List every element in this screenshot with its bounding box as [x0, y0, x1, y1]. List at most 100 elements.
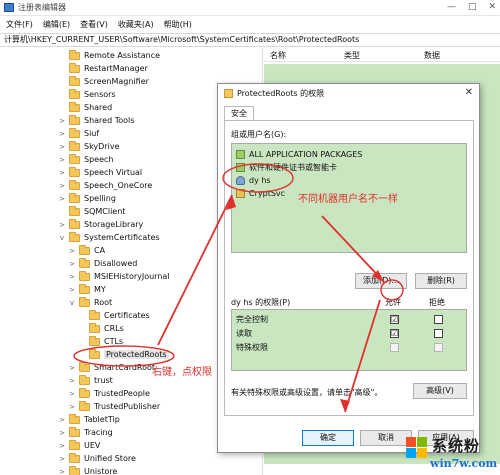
tree-item-uev[interactable]: > UEV [58, 439, 100, 452]
tab-security[interactable]: 安全 [224, 106, 254, 120]
column-header-type[interactable]: 类型 [344, 50, 360, 61]
permissions-table: 完全控制 读取 特殊权限 ☑ ☑ [231, 309, 467, 371]
folder-icon [69, 452, 80, 463]
minimize-button[interactable]: — [447, 2, 456, 12]
tree-item-my[interactable]: > MY [68, 283, 106, 296]
tree-item-shared-tools[interactable]: > Shared Tools [58, 114, 134, 127]
tree-expander[interactable]: > [58, 442, 66, 450]
user-item-cert-smartcard[interactable]: 软件和硬件证书或智能卡 [236, 161, 337, 173]
menu-view[interactable]: 查看(V) [78, 19, 110, 30]
tree-item-trustedpeople[interactable]: > TrustedPeople [68, 387, 150, 400]
tree-expander[interactable]: > [68, 260, 76, 268]
tree-item-trust[interactable]: > trust [68, 374, 113, 387]
tree-item-spelling[interactable]: > Spelling [58, 192, 116, 205]
tree-item-storagelibrary[interactable]: > StorageLibrary [58, 218, 143, 231]
tree-item-crls[interactable]: CRLs [78, 322, 124, 335]
tree-item-remote-assistance[interactable]: Remote Assistance [58, 49, 160, 62]
tree-item-screenmagnifier[interactable]: ScreenMagnifier [58, 75, 149, 88]
tree-item-label: UEV [84, 441, 101, 450]
tree-item-trustedpublisher[interactable]: > TrustedPublisher [68, 400, 160, 413]
remove-button[interactable]: 删除(R) [415, 273, 467, 289]
user-name: ALL APPLICATION PACKAGES [249, 149, 363, 159]
tree-expander[interactable]: > [58, 416, 66, 424]
tree-expander[interactable]: > [58, 429, 66, 437]
tree-expander[interactable]: > [68, 286, 76, 294]
tree-item-certificates[interactable]: Certificates [78, 309, 150, 322]
tree-item-speech-onecore[interactable]: > Speech_OneCore [58, 179, 152, 192]
tree-expander[interactable]: > [68, 364, 76, 372]
tree-item-siuf[interactable]: > Siuf [58, 127, 99, 140]
user-name-annotation: 不同机器用户名不一样 [298, 194, 398, 205]
tree-expander[interactable]: > [58, 468, 66, 475]
tree-expander[interactable]: > [58, 117, 66, 125]
tree-item-systemcertificates[interactable]: v SystemCertificates [58, 231, 160, 244]
tree-item-tracing[interactable]: > Tracing [58, 426, 113, 439]
tree-item-label: Unistore [84, 467, 118, 475]
full-control-allow-checkbox[interactable]: ☑ [390, 315, 399, 324]
folder-icon [69, 465, 80, 475]
user-item-dy-hs[interactable]: dy hs [236, 174, 271, 186]
menu-favorites[interactable]: 收藏夹(A) [116, 19, 156, 30]
user-item-all-app-packages[interactable]: ALL APPLICATION PACKAGES [236, 148, 362, 160]
tree-item-label: TabletTip [84, 415, 120, 424]
folder-icon [89, 335, 100, 346]
user-name: 软件和硬件证书或智能卡 [249, 162, 337, 172]
cancel-button[interactable]: 取消 [360, 430, 412, 446]
tree-expander[interactable]: > [58, 182, 66, 190]
add-button[interactable]: 添加(D)... [355, 273, 407, 289]
tree-item-label: Unified Store [84, 454, 136, 463]
tree-item-ca[interactable]: > CA [68, 244, 105, 257]
address-bar[interactable]: 计算机\HKEY_CURRENT_USER\Software\Microsoft… [0, 33, 500, 47]
tree-item-msiehistoryjournal[interactable]: > MSIEHistoryJournal [68, 270, 170, 283]
folder-icon [79, 361, 90, 372]
tree-item-smartcardroot[interactable]: > SmartCardRoot [68, 361, 155, 374]
menu-edit[interactable]: 编辑(E) [41, 19, 72, 30]
tree-item-sqmclient[interactable]: SQMClient [58, 205, 125, 218]
folder-icon [69, 114, 80, 125]
column-header-data[interactable]: 数据 [424, 50, 440, 61]
tree-expander[interactable]: > [58, 221, 66, 229]
tree-expander[interactable]: > [68, 247, 76, 255]
tree-expander[interactable]: > [58, 130, 66, 138]
menu-file[interactable]: 文件(F) [4, 19, 35, 30]
user-item-cryptsvc[interactable]: CryptSvc [236, 187, 285, 199]
menu-help[interactable]: 帮助(H) [162, 19, 194, 30]
tree-item-skydrive[interactable]: > SkyDrive [58, 140, 120, 153]
full-control-deny-checkbox[interactable] [434, 315, 443, 324]
tree-item-disallowed[interactable]: > Disallowed [68, 257, 137, 270]
tree-expander[interactable]: > [68, 377, 76, 385]
tree-item-unified-store[interactable]: > Unified Store [58, 452, 136, 465]
tree-item-label: Sensors [84, 90, 116, 99]
tree-item-root[interactable]: v Root [68, 296, 112, 309]
tree-item-speech[interactable]: > Speech [58, 153, 113, 166]
tree-item-tablettip[interactable]: > TabletTip [58, 413, 120, 426]
tree-item-shared[interactable]: Shared [58, 101, 112, 114]
advanced-button[interactable]: 高级(V) [413, 383, 467, 399]
tree-expander[interactable]: > [58, 143, 66, 151]
tree-expander[interactable]: > [58, 156, 66, 164]
folder-icon [69, 166, 80, 177]
tree-expander[interactable]: > [58, 455, 66, 463]
tree-item-unistore[interactable]: > Unistore [58, 465, 117, 475]
read-deny-checkbox[interactable] [434, 329, 443, 338]
tree-item-ctls[interactable]: CTLs [78, 335, 123, 348]
maximize-button[interactable]: □ [468, 2, 477, 12]
folder-icon [69, 140, 80, 151]
tree-expander[interactable]: > [58, 195, 66, 203]
tree-item-restartmanager[interactable]: RestartManager [58, 62, 148, 75]
tree-expander[interactable]: > [68, 390, 76, 398]
ok-button[interactable]: 确定 [302, 430, 354, 446]
tree-item-sensors[interactable]: Sensors [58, 88, 116, 101]
tree-expander[interactable]: v [58, 234, 66, 242]
read-allow-checkbox[interactable]: ☑ [390, 329, 399, 338]
group-user-label: 组或用户名(G): [231, 130, 287, 139]
dialog-close-button[interactable]: ✕ [465, 87, 473, 98]
tree-expander[interactable]: v [68, 299, 76, 307]
close-window-button[interactable]: ✕ [488, 2, 496, 12]
column-header-name[interactable]: 名称 [270, 50, 286, 61]
tree-item-protectedroots[interactable]: ProtectedRoots [78, 348, 169, 361]
tree-expander[interactable]: > [68, 273, 76, 281]
tree-expander[interactable]: > [58, 169, 66, 177]
tree-expander[interactable]: > [68, 403, 76, 411]
tree-item-speech-virtual[interactable]: > Speech Virtual [58, 166, 142, 179]
